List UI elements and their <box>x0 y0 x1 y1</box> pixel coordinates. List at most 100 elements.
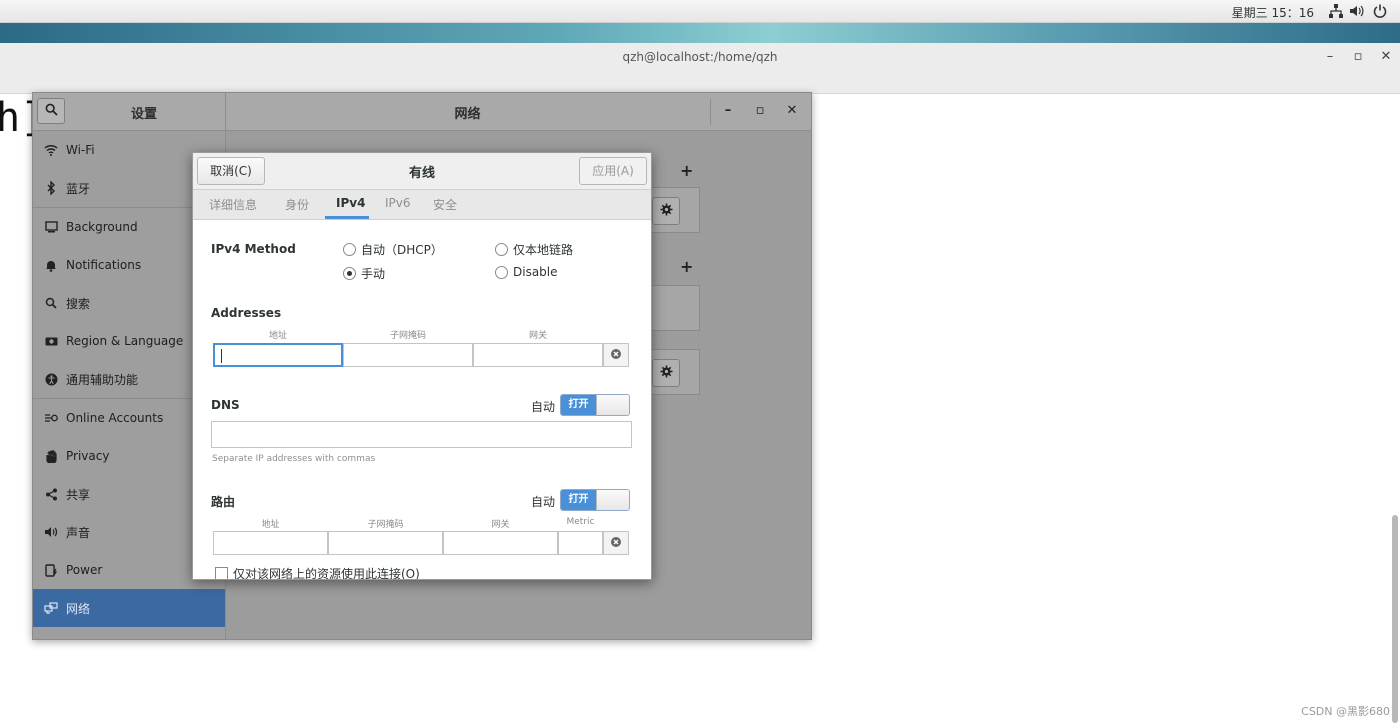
sidebar-item-label: 声音 <box>66 525 91 540</box>
clock[interactable]: 星期三 15：16 <box>1232 4 1314 21</box>
sidebar-item-network[interactable]: 网络 <box>33 589 225 627</box>
settings-search-button[interactable] <box>37 98 65 124</box>
settings-title: 设置 <box>130 107 157 122</box>
dialog-header: 取消(C) 有线 应用(A) <box>193 153 651 190</box>
tab-ipv4[interactable]: IPv4 <box>336 196 365 210</box>
dns-auto-switch[interactable]: 打开 <box>560 394 630 416</box>
delete-address-button[interactable] <box>603 343 629 367</box>
tab-details[interactable]: 详细信息 <box>209 196 257 213</box>
checkbox-indicator <box>215 567 228 579</box>
power-icon <box>44 563 58 577</box>
dns-auto-label: 自动 <box>531 400 556 414</box>
route-gateway-input[interactable] <box>443 531 558 555</box>
terminal-minimize-button[interactable]: – <box>1322 49 1338 65</box>
gear-icon <box>660 365 673 381</box>
gateway-column-header: 网关 <box>528 331 547 341</box>
top-bar: 星期三 15：16 <box>0 0 1400 23</box>
terminal-maximize-button[interactable]: ▫ <box>1350 49 1366 65</box>
tab-ipv6[interactable]: IPv6 <box>385 196 411 210</box>
route-address-input[interactable] <box>213 531 328 555</box>
privacy-icon <box>44 449 58 463</box>
sidebar-item-label: 网络 <box>66 601 91 616</box>
add-connection-button[interactable]: + <box>680 161 693 180</box>
route-netmask-column-header: 子网掩码 <box>367 520 404 530</box>
sidebar-item-label: Online Accounts <box>66 411 164 425</box>
address-column-header: 地址 <box>268 331 287 341</box>
sidebar-item-label: 蓝牙 <box>66 181 91 196</box>
route-metric-input[interactable] <box>558 531 603 555</box>
remove-icon <box>610 348 622 363</box>
switch-knob <box>596 395 629 415</box>
dns-hint: Separate IP addresses with commas <box>212 454 376 464</box>
wired-settings-button[interactable] <box>652 197 680 225</box>
netmask-input[interactable] <box>343 343 473 367</box>
controls-divider <box>710 99 711 125</box>
sidebar-item-label: 共享 <box>66 487 91 502</box>
netmask-column-header: 子网掩码 <box>389 331 426 341</box>
settings-close-button[interactable]: ✕ <box>783 103 801 119</box>
dns-input[interactable] <box>211 421 632 448</box>
routes-auto-switch[interactable]: 打开 <box>560 489 630 511</box>
sidebar-item-label: Wi-Fi <box>66 143 95 157</box>
power-icon[interactable] <box>1372 3 1388 19</box>
routes-label: 路由 <box>211 495 236 509</box>
search-icon <box>44 296 58 310</box>
online-accounts-icon <box>44 411 58 425</box>
switch-on-label: 打开 <box>561 395 596 415</box>
terminal-close-button[interactable]: ✕ <box>1378 49 1394 65</box>
addresses-label: Addresses <box>211 306 282 320</box>
sidebar-item-label: 通用辅助功能 <box>66 372 139 387</box>
volume-icon[interactable] <box>1348 3 1364 19</box>
settings-header: 设置 网络 – ▫ ✕ <box>33 93 811 131</box>
network-icon[interactable] <box>1328 3 1344 19</box>
terminal-scrollbar[interactable] <box>1392 515 1398 723</box>
share-icon <box>44 487 58 501</box>
apply-button[interactable]: 应用(A) <box>579 157 647 185</box>
proxy-settings-button[interactable] <box>652 359 680 387</box>
radio-label: Disable <box>513 265 558 279</box>
route-netmask-input[interactable] <box>328 531 443 555</box>
sidebar-item-label: 搜索 <box>66 296 91 311</box>
delete-route-button[interactable] <box>603 531 629 555</box>
switch-on-label: 打开 <box>561 490 596 510</box>
terminal-titlebar[interactable]: qzh@localhost:/home/qzh – ▫ ✕ <box>0 43 1400 94</box>
method-dhcp-radio[interactable]: 自动（DHCP） <box>343 241 443 258</box>
ipv4-method-label: IPv4 Method <box>211 242 296 256</box>
sidebar-item-label: Privacy <box>66 449 110 463</box>
sidebar-item-label: Notifications <box>66 258 142 272</box>
dns-label: DNS <box>211 398 240 412</box>
method-disable-radio[interactable]: Disable <box>495 265 558 279</box>
radio-indicator <box>343 267 356 280</box>
radio-label: 手动 <box>361 267 386 281</box>
watermark: CSDN @黑影680 <box>1301 705 1390 718</box>
panel-title: 网络 <box>454 107 481 122</box>
only-local-resources-checkbox[interactable]: 仅对该网络上的资源使用此连接(O) <box>215 565 420 580</box>
radio-indicator <box>495 265 508 279</box>
checkbox-label: 仅对该网络上的资源使用此连接(O) <box>233 567 420 580</box>
sidebar-item-label: Background <box>66 220 138 234</box>
active-tab-indicator <box>325 216 369 219</box>
add-vpn-button[interactable]: + <box>680 257 693 276</box>
tab-identity[interactable]: 身份 <box>285 196 309 213</box>
desktop-background <box>0 23 1400 43</box>
route-metric-column-header: Metric <box>566 517 595 527</box>
settings-maximize-button[interactable]: ▫ <box>751 103 769 119</box>
wired-connection-dialog: 取消(C) 有线 应用(A) 详细信息 身份 IPv4 IPv6 安全 IPv4… <box>192 152 652 580</box>
gear-icon <box>660 203 673 219</box>
routes-auto-label: 自动 <box>531 495 556 509</box>
network-icon <box>44 601 58 615</box>
wifi-icon <box>44 143 58 157</box>
background-icon <box>44 220 58 234</box>
tab-security[interactable]: 安全 <box>433 196 457 213</box>
bell-icon <box>44 258 58 272</box>
vpn-card <box>646 285 700 331</box>
settings-minimize-button[interactable]: – <box>719 103 737 119</box>
gateway-input[interactable] <box>473 343 603 367</box>
bluetooth-icon <box>44 181 58 195</box>
route-gateway-column-header: 网关 <box>491 520 510 530</box>
sound-icon <box>44 525 58 539</box>
address-input[interactable] <box>213 343 343 367</box>
method-manual-radio[interactable]: 手动 <box>343 265 385 282</box>
method-link-local-radio[interactable]: 仅本地链路 <box>495 241 573 258</box>
remove-icon <box>610 536 622 551</box>
